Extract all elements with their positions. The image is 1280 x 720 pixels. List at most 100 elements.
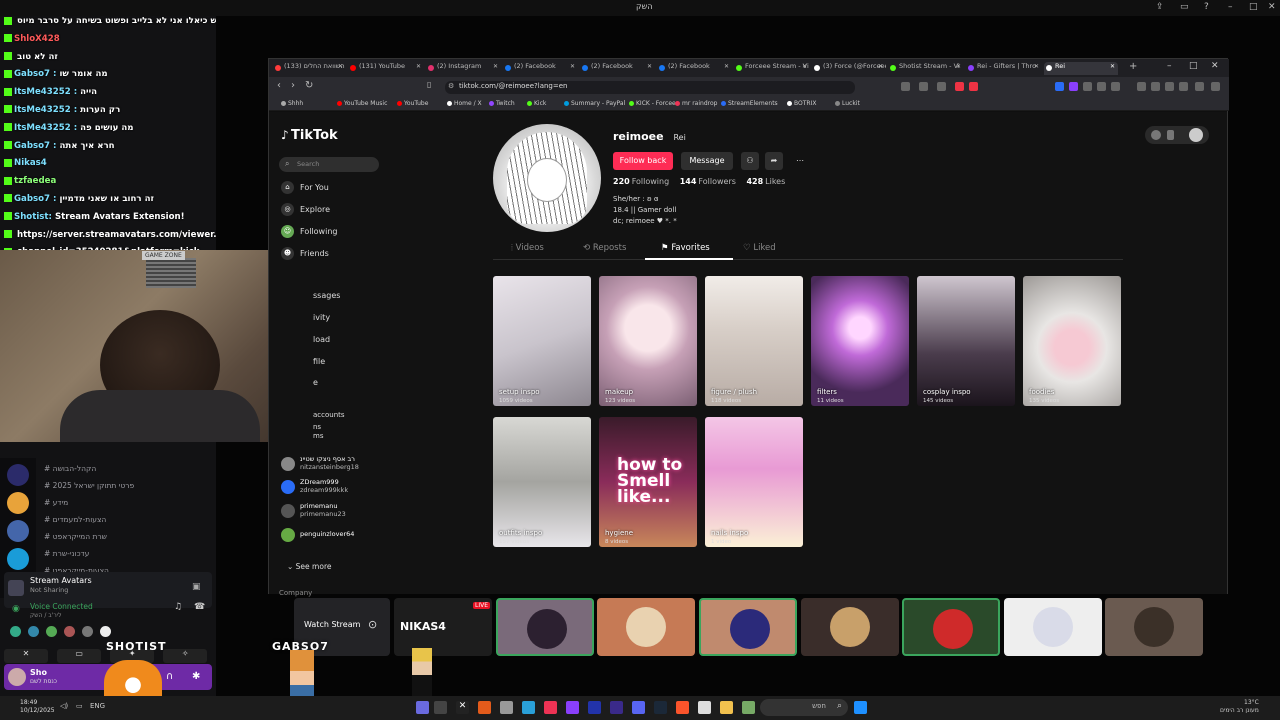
- participant-stream-tile[interactable]: LIVE NIKAS4: [394, 598, 492, 656]
- maximize-icon[interactable]: □: [1249, 2, 1258, 12]
- volume-icon[interactable]: ◁): [60, 702, 68, 710]
- more-icon[interactable]: ⋯: [791, 152, 809, 170]
- channel-item[interactable]: # פרטי תתוקן ישראל 2025: [44, 481, 214, 492]
- discord-icon[interactable]: [632, 701, 645, 714]
- tab-videos[interactable]: ⦙ Videos: [511, 243, 544, 253]
- tab-close-icon[interactable]: ✕: [878, 63, 883, 70]
- bookmark-item[interactable]: YouTube Music: [337, 100, 387, 107]
- wallet-icon[interactable]: [1165, 82, 1174, 91]
- tab-reposts[interactable]: ⟲ Reposts: [583, 243, 626, 253]
- collection-card[interactable]: makeup 123 videos: [599, 276, 697, 406]
- minimize-icon[interactable]: –: [1167, 61, 1172, 71]
- settings-gear-icon[interactable]: ✱: [192, 671, 200, 682]
- chat-username[interactable]: tzfaedea: [14, 176, 56, 186]
- bookmark-item[interactable]: StreamElements: [721, 100, 778, 107]
- bookmark-item[interactable]: Summary - PayPal: [564, 100, 625, 107]
- search-input[interactable]: ⌕ Search: [279, 157, 379, 172]
- bookmark-item[interactable]: BOTRIX: [787, 100, 816, 107]
- participant-tile[interactable]: [699, 598, 797, 656]
- steam-icon[interactable]: [654, 701, 667, 714]
- sidebar-icon[interactable]: [1151, 82, 1160, 91]
- tab-close-icon[interactable]: ✕: [1110, 63, 1115, 70]
- browser-tab[interactable]: (2) Facebook ✕: [657, 62, 732, 75]
- new-tab-icon[interactable]: +: [1129, 61, 1137, 72]
- browser-tab[interactable]: (131) YouTube ✕: [348, 62, 424, 75]
- tiktok-logo[interactable]: ♪ TikTok: [281, 128, 338, 143]
- chat-username[interactable]: Nikas4: [14, 158, 47, 168]
- soundboard-button[interactable]: ✧: [163, 649, 208, 663]
- minimize-icon[interactable]: –: [1228, 2, 1233, 12]
- disconnect-icon[interactable]: ☎: [194, 602, 205, 612]
- tab-close-icon[interactable]: ✕: [724, 63, 729, 70]
- share-icon[interactable]: ⇪: [1156, 2, 1164, 12]
- after-effects-icon[interactable]: [588, 701, 601, 714]
- collection-card[interactable]: setup inspo 1059 videos: [493, 276, 591, 406]
- site-info-icon[interactable]: ⚙: [448, 82, 454, 90]
- app-icon[interactable]: [698, 701, 711, 714]
- channel-item[interactable]: # שרת המייקראפט: [44, 532, 214, 543]
- participant-tile[interactable]: [801, 598, 899, 656]
- nav-item[interactable]: load: [313, 335, 330, 351]
- server-icon[interactable]: [7, 520, 29, 542]
- nav-item[interactable]: ssages: [313, 291, 340, 307]
- x-app-icon[interactable]: ✕: [456, 701, 469, 714]
- soundboard-icon[interactable]: ♫: [174, 602, 182, 612]
- camera-off-button[interactable]: ✕: [4, 649, 48, 663]
- nav-item[interactable]: e: [313, 378, 318, 394]
- bookmark-item[interactable]: Twitch: [489, 100, 515, 107]
- tab-liked[interactable]: ♡ Liked: [743, 243, 776, 253]
- tab-close-icon[interactable]: ✕: [956, 63, 961, 70]
- collection-card[interactable]: figure / plush 118 videos: [705, 276, 803, 406]
- bookmark-item[interactable]: YouTube: [397, 100, 428, 107]
- app-icon[interactable]: [566, 701, 579, 714]
- media-icon[interactable]: [1137, 82, 1146, 91]
- browser-tab[interactable]: (3) Force (@Forceee ✕: [812, 62, 886, 75]
- browser-tab[interactable]: (2) Instagram ✕: [426, 62, 501, 75]
- extension-icon[interactable]: [1111, 82, 1120, 91]
- profile-avatar[interactable]: [493, 124, 601, 232]
- back-icon[interactable]: ‹: [277, 80, 281, 91]
- menu-icon[interactable]: [1211, 82, 1220, 91]
- follow-back-button[interactable]: Follow back: [613, 152, 673, 170]
- headphones-icon[interactable]: ∩: [166, 671, 173, 682]
- server-icon[interactable]: [7, 548, 29, 570]
- chat-username[interactable]: Gabso7 :: [14, 141, 56, 151]
- browser-tab[interactable]: השוואת החלים (133) ✕: [273, 62, 346, 75]
- participant-tile[interactable]: [1105, 598, 1203, 656]
- nav-item[interactable]: ivity: [313, 313, 330, 329]
- forward-icon[interactable]: ›: [291, 80, 295, 91]
- nav-explore[interactable]: ◎ Explore: [281, 203, 330, 219]
- display-icon[interactable]: ▭: [1180, 2, 1189, 12]
- channel-item[interactable]: # הקהל-הבושה: [44, 464, 214, 475]
- bookmark-item[interactable]: KICK - Forceee: [629, 100, 679, 107]
- app-icon[interactable]: [742, 701, 755, 714]
- participant-tile[interactable]: [597, 598, 695, 656]
- inbox-icon[interactable]: [1167, 130, 1174, 140]
- nav-following[interactable]: ☺ Following: [281, 225, 337, 241]
- tab-close-icon[interactable]: ✕: [416, 63, 421, 70]
- app-icon[interactable]: [544, 701, 557, 714]
- followers-label[interactable]: Followers: [698, 177, 735, 186]
- tab-close-icon[interactable]: ✕: [570, 63, 575, 70]
- app-icon[interactable]: [522, 701, 535, 714]
- channel-item[interactable]: # מידע: [44, 498, 214, 509]
- tab-close-icon[interactable]: ✕: [802, 63, 807, 70]
- weather[interactable]: 13°C מעונן רב הימים: [1220, 699, 1259, 715]
- leo-icon[interactable]: [1179, 82, 1188, 91]
- browser-tab[interactable]: (2) Facebook ✕: [580, 62, 655, 75]
- bookmark-item[interactable]: mr raindrop: [675, 100, 717, 107]
- server-icon[interactable]: [7, 492, 29, 514]
- browser-tab[interactable]: Forceee Stream - Vi ✕: [734, 62, 810, 75]
- tab-close-icon[interactable]: ✕: [493, 63, 498, 70]
- collection-card[interactable]: filters 11 videos: [811, 276, 909, 406]
- tab-close-icon[interactable]: ✕: [338, 63, 343, 70]
- brave-icon[interactable]: [676, 701, 689, 714]
- windows-start-icon[interactable]: [854, 701, 867, 714]
- taskbar-search[interactable]: חפש ⌕: [760, 699, 848, 716]
- browser-tab[interactable]: Shotist Stream - Vi ✕: [888, 62, 964, 75]
- bookmark-item[interactable]: Luckit: [835, 100, 860, 107]
- collection-card[interactable]: how to Smell like... hygiene 8 videos: [599, 417, 697, 547]
- add-friend-icon[interactable]: ⚇: [741, 152, 759, 170]
- avatar[interactable]: [1189, 128, 1203, 142]
- collection-card[interactable]: outfits inspo 157 videos: [493, 417, 591, 547]
